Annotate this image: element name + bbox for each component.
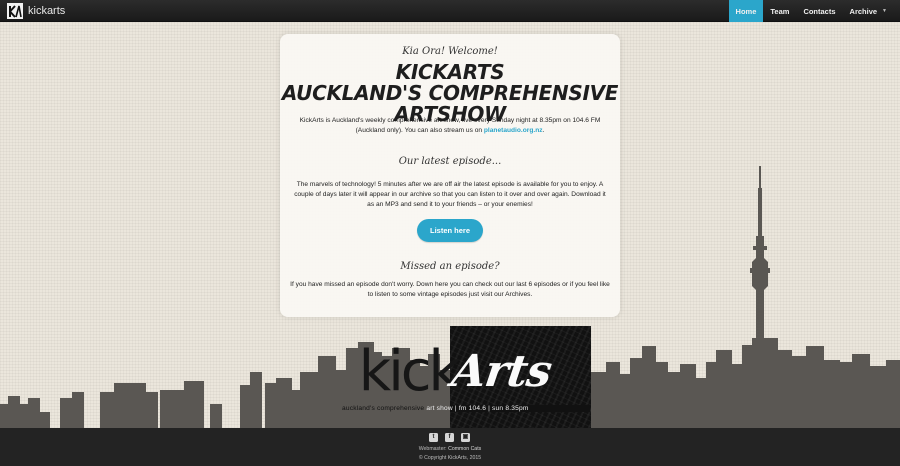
tagline-light: art show | fm 104.6 | sun 8.35pm — [426, 405, 529, 412]
social-links: t f ▣ — [429, 433, 470, 442]
kickarts-logo-icon — [7, 3, 23, 19]
missed-episode-text: If you have missed an episode don't worr… — [290, 281, 610, 298]
nav-home[interactable]: Home — [728, 0, 764, 22]
footer: t f ▣ Webmaster: Common Cats © Copyright… — [0, 428, 900, 466]
latest-episode-text: The marvels of technology! 5 minutes aft… — [294, 181, 606, 208]
webmaster-link[interactable]: Common Cats — [448, 446, 481, 452]
chevron-down-icon: ▼ — [882, 8, 887, 14]
nav-archive-label: Archive — [849, 6, 878, 16]
nav-contacts-label: Contacts — [803, 6, 836, 16]
top-navbar: kickarts Home Team Contacts Archive ▼ — [0, 0, 900, 22]
welcome-card: Kia Ora! Welcome! KickArts Auckland's Co… — [280, 34, 620, 317]
brand-name: kickarts — [28, 5, 66, 17]
main-nav: Home Team Contacts Archive ▼ — [728, 0, 894, 22]
intro-text: KickArts is Auckland's weekly comprehens… — [299, 117, 601, 134]
logo-arts-text: Arts — [448, 346, 555, 397]
brand[interactable]: kickarts — [7, 3, 65, 19]
listen-here-button[interactable]: Listen here — [417, 219, 483, 242]
nav-archive[interactable]: Archive ▼ — [843, 0, 894, 22]
copyright: © Copyright KickArts, 2015 — [418, 455, 482, 461]
title-line-1: KickArts — [395, 60, 505, 84]
planetaudio-link[interactable]: planetaudio.org.nz — [484, 127, 543, 134]
intro-paragraph: KickArts is Auckland's weekly comprehens… — [290, 116, 610, 136]
intro-end: . — [542, 127, 545, 134]
logo-tagline: auckland's comprehensive art show | fm 1… — [342, 405, 590, 412]
webmaster-credit: Webmaster: Common Cats — [0, 446, 900, 452]
nav-team-label: Team — [770, 6, 790, 16]
facebook-icon[interactable]: f — [445, 433, 454, 442]
instagram-icon[interactable]: ▣ — [461, 433, 470, 442]
webmaster-label: Webmaster: — [418, 446, 447, 452]
greeting: Kia Ora! Welcome! — [402, 46, 498, 57]
tagline-dark: auckland's comprehensive — [342, 405, 427, 412]
missed-episode-heading: Missed an episode? — [400, 261, 500, 272]
latest-episode-heading: Our latest episode... — [398, 156, 502, 167]
logo-kick-text: kick — [358, 339, 461, 404]
nav-home-label: Home — [735, 6, 757, 16]
nav-contacts[interactable]: Contacts — [796, 0, 842, 22]
nav-team[interactable]: Team — [763, 0, 796, 22]
twitter-icon[interactable]: t — [429, 433, 438, 442]
